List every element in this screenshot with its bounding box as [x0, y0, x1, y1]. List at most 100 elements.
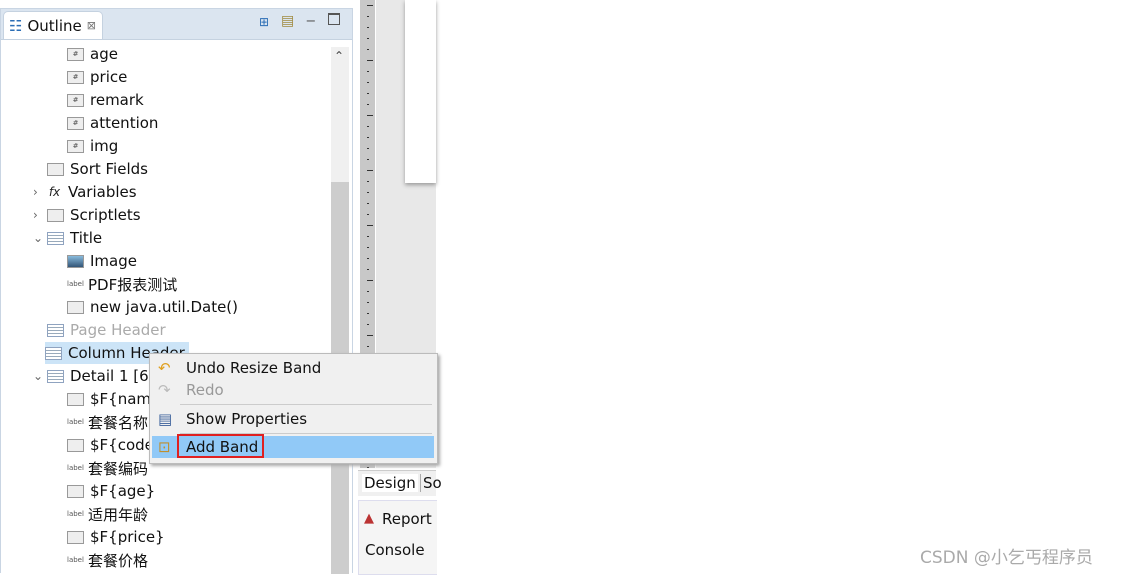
tree-item[interactable]: label 套餐价格	[67, 549, 148, 571]
band-icon	[45, 346, 62, 360]
tree-item[interactable]: # remark	[67, 89, 144, 111]
tree-item[interactable]: # attention	[67, 112, 158, 134]
chevron-icon[interactable]: ⌄	[33, 369, 43, 383]
band-icon	[47, 323, 64, 337]
context-menu: ↶ Undo Resize Band ↷ Redo ▤ Show Properties…	[149, 353, 438, 464]
tree-item[interactable]: label 套餐名称	[67, 411, 148, 433]
highlight-box	[177, 434, 264, 458]
scroll-up-icon[interactable]: ⌃	[334, 49, 344, 63]
image-icon	[67, 254, 84, 268]
textfield-icon	[67, 438, 84, 452]
tree-item[interactable]: $F{code	[67, 434, 154, 456]
outline-panel: ☷ Outline ⊠ ⊞ ▤ ‒ # age # price # remark # atte…	[0, 8, 353, 574]
ruler-tick	[367, 302, 369, 303]
ruler-tick	[367, 214, 369, 215]
label-icon: label	[67, 555, 84, 564]
label-icon: label	[67, 279, 84, 288]
field-icon: #	[67, 47, 84, 61]
ruler-tick	[367, 27, 369, 28]
tree-item[interactable]: ⌄ Title	[33, 227, 102, 249]
ruler-tick	[367, 225, 373, 226]
ruler-tick	[367, 291, 369, 292]
tree-item[interactable]: Sort Fields	[47, 158, 148, 180]
field-icon: #	[67, 116, 84, 130]
ruler-tick	[367, 82, 369, 83]
tree-item-label: img	[90, 137, 119, 155]
outline-icon: ☷	[9, 16, 23, 35]
tree-item[interactable]: # price	[67, 66, 127, 88]
tree-item[interactable]: › Scriptlets	[33, 204, 141, 226]
tree-item[interactable]: Image	[67, 250, 137, 272]
tree-item[interactable]: › fx Variables	[33, 181, 137, 203]
band-icon	[47, 231, 64, 245]
ruler-tick	[367, 203, 369, 204]
redo-icon: ↷	[158, 381, 171, 399]
chevron-icon[interactable]: ›	[33, 185, 38, 199]
maximize-icon[interactable]	[328, 13, 340, 25]
tree-item-label: 套餐编码	[88, 459, 149, 478]
ruler-tick	[367, 159, 369, 160]
tree-item-label: $F{age}	[90, 482, 156, 500]
tab-outline[interactable]: ☷ Outline ⊠	[3, 11, 103, 39]
textfield-icon	[67, 530, 84, 544]
tree-item-label: Page Header	[70, 321, 166, 339]
tree-item[interactable]: $F{age}	[67, 480, 155, 502]
ruler-tick	[367, 38, 369, 39]
minimize-icon[interactable]: ‒	[306, 11, 316, 29]
textfield-icon	[67, 484, 84, 498]
tree-item[interactable]: label PDF报表测试	[67, 273, 177, 295]
tree-item[interactable]: Page Header	[47, 319, 166, 341]
ruler-tick	[367, 49, 369, 50]
tree-item[interactable]: # img	[67, 135, 118, 157]
ruler-tick	[367, 71, 369, 72]
tree-item[interactable]: # age	[67, 43, 118, 65]
menu-item-redo[interactable]: ↷ Redo	[150, 379, 435, 401]
table-icon[interactable]: ▤	[281, 13, 294, 29]
ruler-tick	[367, 346, 369, 347]
tree-item-label: 适用年龄	[88, 505, 149, 524]
chevron-icon[interactable]: ⌄	[33, 231, 43, 245]
tree-item[interactable]: label 适用年龄	[67, 503, 148, 525]
tree-item[interactable]: label 套餐编码	[67, 457, 148, 479]
menu-item-undo[interactable]: ↶ Undo Resize Band	[150, 357, 435, 379]
tree-item-label: Scriptlets	[70, 206, 141, 224]
chevron-icon[interactable]: ›	[33, 208, 38, 222]
menu-item-show-properties[interactable]: ▤ Show Properties	[150, 408, 435, 430]
close-icon[interactable]: ⊠	[87, 19, 96, 32]
ruler-tick	[367, 104, 369, 105]
outline-tab-bar: ☷ Outline ⊠ ⊞ ▤ ‒	[1, 9, 352, 40]
ruler-tick	[367, 313, 369, 314]
tree-item-label: remark	[90, 91, 144, 109]
report-icon: ▲	[364, 511, 374, 526]
tab-source[interactable]: So	[420, 474, 442, 492]
ruler-tick	[367, 467, 369, 468]
ruler-tick	[367, 236, 369, 237]
tab-design[interactable]: Design	[362, 474, 418, 492]
textfield-icon	[67, 392, 84, 406]
tree-item-label: $F{price}	[90, 528, 165, 546]
properties-icon: ▤	[158, 410, 173, 428]
tree-item[interactable]: $F{price}	[67, 526, 165, 548]
menu-item-add-band[interactable]: ⊡ Add Band	[152, 434, 434, 458]
scrollbar[interactable]: ⌃	[331, 47, 349, 574]
tree-item-label: Image	[90, 252, 137, 270]
sort-icon	[47, 162, 64, 176]
tree-view-icon[interactable]: ⊞	[259, 15, 269, 29]
ruler-tick	[367, 126, 369, 127]
ruler-tick	[367, 335, 373, 336]
ruler-tick	[367, 181, 369, 182]
ruler-tick	[367, 192, 369, 193]
field-icon: #	[67, 70, 84, 84]
watermark: CSDN @小乞丐程序员	[920, 548, 1093, 568]
tab-report[interactable]: Report	[382, 510, 432, 528]
ruler-tick	[367, 280, 373, 281]
ruler-tick	[367, 148, 369, 149]
tree-item[interactable]: ⌄ Detail 1 [68	[33, 365, 158, 387]
editor-tabs: Design So	[358, 470, 442, 496]
undo-icon: ↶	[158, 359, 171, 377]
tree-item[interactable]: new java.util.Date()	[67, 296, 238, 318]
tree-item[interactable]: $F{name	[67, 388, 160, 410]
tree-item-label: age	[90, 45, 118, 63]
tab-console[interactable]: Console	[365, 541, 425, 559]
ruler-tick	[367, 324, 369, 325]
